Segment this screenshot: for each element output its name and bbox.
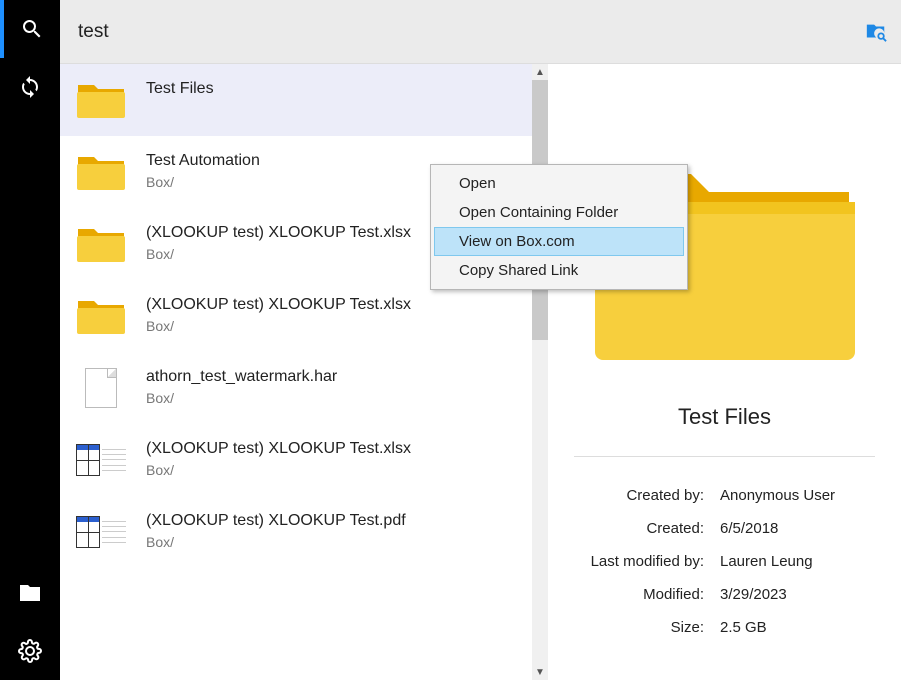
nav-settings[interactable] xyxy=(0,622,60,680)
detail-panel: Test Files Created by:Anonymous User Cre… xyxy=(548,64,901,680)
context-menu-item[interactable]: Open Containing Folder xyxy=(434,198,684,227)
detail-meta: Created by:Anonymous User Created:6/5/20… xyxy=(574,479,875,644)
file-icon xyxy=(74,366,128,410)
search-icon xyxy=(20,17,44,41)
nav-search[interactable] xyxy=(0,0,60,58)
result-title: (XLOOKUP test) XLOOKUP Test.xlsx xyxy=(146,296,411,314)
meta-value-modified: 3/29/2023 xyxy=(714,586,875,603)
spreadsheet-icon xyxy=(74,438,128,482)
results-list: Test FilesTest AutomationBox/(XLOOKUP te… xyxy=(60,64,532,680)
meta-value-modified-by: Lauren Leung xyxy=(714,553,875,570)
result-row[interactable]: (XLOOKUP test) XLOOKUP Test.xlsx Box/ xyxy=(60,424,532,496)
scroll-up-arrow[interactable]: ▲ xyxy=(532,64,548,80)
folder-icon xyxy=(18,581,42,605)
result-title: Test Files xyxy=(146,80,214,98)
context-menu: OpenOpen Containing FolderView on Box.co… xyxy=(430,164,688,290)
result-row[interactable]: (XLOOKUP test) XLOOKUP Test.xlsx Box/ xyxy=(60,280,532,352)
folder-search-icon xyxy=(865,21,887,43)
result-path: Box/ xyxy=(146,246,411,262)
detail-title: Test Files xyxy=(678,404,771,430)
results-scrollbar[interactable]: ▲ ▼ xyxy=(532,64,548,680)
meta-value-size: 2.5 GB xyxy=(714,619,875,636)
folder-icon xyxy=(74,78,128,122)
result-path: Box/ xyxy=(146,534,406,550)
meta-label-modified: Modified: xyxy=(574,586,714,603)
result-title: athorn_test_watermark.har xyxy=(146,368,337,386)
meta-label-modified-by: Last modified by: xyxy=(574,553,714,570)
folder-icon xyxy=(74,222,128,266)
meta-label-created: Created: xyxy=(574,520,714,537)
result-path: Box/ xyxy=(146,174,260,190)
folder-search-button[interactable] xyxy=(865,21,887,43)
search-header: test xyxy=(60,0,901,64)
sync-icon xyxy=(18,75,42,99)
app-root: test Test FilesTest AutomationBox/(XLOOK… xyxy=(0,0,901,680)
result-title: (XLOOKUP test) XLOOKUP Test.xlsx xyxy=(146,224,411,242)
folder-icon xyxy=(74,294,128,338)
result-row[interactable]: athorn_test_watermark.har Box/ xyxy=(60,352,532,424)
nav-sync[interactable] xyxy=(0,58,60,116)
result-row[interactable]: Test Files xyxy=(60,64,532,136)
meta-label-created-by: Created by: xyxy=(574,487,714,504)
nav-files[interactable] xyxy=(0,564,60,622)
result-title: Test Automation xyxy=(146,152,260,170)
scroll-down-arrow[interactable]: ▼ xyxy=(532,664,548,680)
result-path: Box/ xyxy=(146,462,411,478)
context-menu-item[interactable]: Open xyxy=(434,169,684,198)
result-row[interactable]: (XLOOKUP test) XLOOKUP Test.pdf Box/ xyxy=(60,496,532,568)
gear-icon xyxy=(18,639,42,663)
nav-sidebar xyxy=(0,0,60,680)
folder-icon xyxy=(74,150,128,194)
meta-value-created-by: Anonymous User xyxy=(714,487,875,504)
result-title: (XLOOKUP test) XLOOKUP Test.xlsx xyxy=(146,440,411,458)
context-menu-item[interactable]: View on Box.com xyxy=(434,227,684,256)
meta-label-size: Size: xyxy=(574,619,714,636)
results-list-wrap: Test FilesTest AutomationBox/(XLOOKUP te… xyxy=(60,64,548,680)
result-path: Box/ xyxy=(146,390,337,406)
spreadsheet-icon xyxy=(74,510,128,554)
detail-separator xyxy=(574,456,875,457)
meta-value-created: 6/5/2018 xyxy=(714,520,875,537)
context-menu-item[interactable]: Copy Shared Link xyxy=(434,256,684,285)
result-path: Box/ xyxy=(146,318,411,334)
result-title: (XLOOKUP test) XLOOKUP Test.pdf xyxy=(146,512,406,530)
search-input[interactable]: test xyxy=(78,21,109,43)
